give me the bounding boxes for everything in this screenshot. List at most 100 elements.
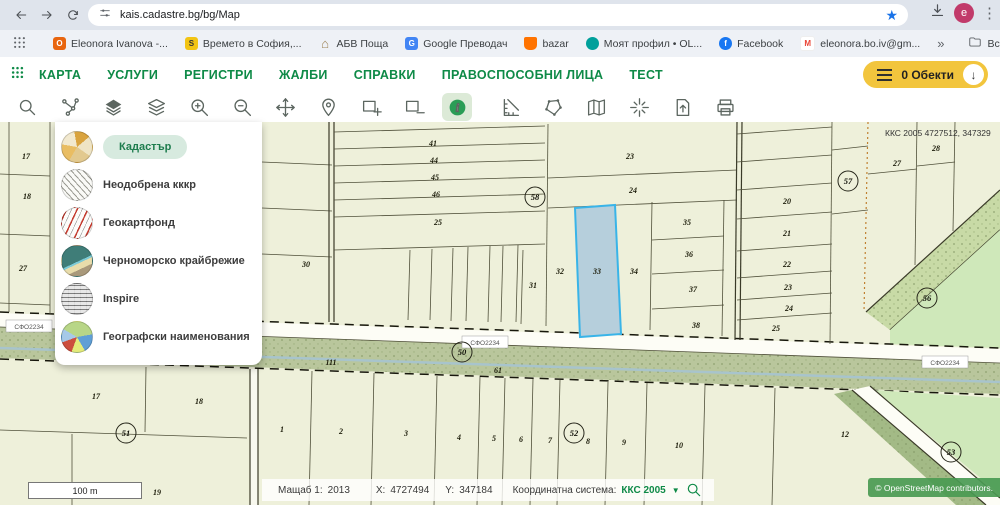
back-button[interactable] xyxy=(8,2,34,28)
layers-panel: Кадастър Неодобрена кккр Геокартфонд Чер… xyxy=(55,122,262,365)
search-icon[interactable] xyxy=(12,93,42,121)
zoom-out-icon[interactable] xyxy=(227,93,257,121)
crs-value[interactable]: ККС 2005 xyxy=(621,485,665,496)
parcel-label: 6 xyxy=(519,435,523,444)
map-status-bar: Мащаб 1: 2013 X: 4727494 Y: 347184 Коорд… xyxy=(262,479,714,501)
all-bookmarks-button[interactable]: Всички отметки xyxy=(968,35,1000,52)
cadastre-thumbnail-icon xyxy=(61,131,93,163)
bookmark-item[interactable]: S Времето в София,... xyxy=(184,37,302,50)
crosshair-icon[interactable] xyxy=(624,93,654,121)
rect-zoom-plus-icon[interactable] xyxy=(356,93,386,121)
profile-avatar[interactable]: e xyxy=(954,3,974,23)
panel-item-chernomorsko-kraybrezhie[interactable]: Черноморско крайбрежие xyxy=(61,242,262,280)
region-label: 57 xyxy=(844,176,853,186)
panel-item-geografski-naimenovaniya[interactable]: Географски наименования xyxy=(61,318,262,356)
bookmark-item[interactable]: O Eleonora Ivanova -... xyxy=(53,37,168,50)
menu-kebab-icon[interactable]: ⋮ xyxy=(982,4,997,22)
scale-value: 2013 xyxy=(327,484,350,496)
nav-item-test[interactable]: ТЕСТ xyxy=(629,68,663,82)
bookmark-item[interactable]: G Google Преводач xyxy=(405,37,507,50)
coastline-thumbnail-icon xyxy=(61,245,93,277)
print-icon[interactable] xyxy=(710,93,740,121)
bookmark-label: bazar xyxy=(542,37,569,50)
crs-dropdown-caret-icon[interactable]: ▼ xyxy=(672,486,680,495)
parcel-label: 38 xyxy=(691,321,700,330)
parcel-label: 1 xyxy=(280,425,284,434)
parcel-label: 46 xyxy=(431,190,440,199)
collapse-arrow-icon[interactable]: ↓ xyxy=(963,64,984,85)
selected-parcel-label: 33 xyxy=(592,267,601,276)
bookmark-item[interactable]: Моят профил • OL... xyxy=(585,37,702,50)
bookmark-item[interactable]: bazar xyxy=(524,37,569,50)
nav-item-registri[interactable]: РЕГИСТРИ xyxy=(184,68,253,82)
info-icon[interactable]: i xyxy=(442,93,472,121)
tune-icon[interactable] xyxy=(98,6,112,25)
parcel-label: 36 xyxy=(684,250,693,259)
y-value: 347184 xyxy=(459,484,493,496)
nav-item-pravosposobni-lica[interactable]: ПРАВОСПОСОБНИ ЛИЦА xyxy=(442,68,604,82)
parcel-label: 12 xyxy=(841,430,849,439)
nav-item-zhalbi[interactable]: ЖАЛБИ xyxy=(279,68,328,82)
map-canvas[interactable]: СФО2234 СФО2234 СФО2234 41 44 45 46 25 1… xyxy=(0,122,1000,505)
layers-stack-icon[interactable] xyxy=(141,93,171,121)
bookmark-star-icon[interactable]: ★ xyxy=(885,7,898,24)
address-bar[interactable]: kais.cadastre.bg/bg/Map ★ xyxy=(88,4,908,26)
region-label: 58 xyxy=(531,192,540,202)
apps-grid-green-icon[interactable] xyxy=(10,65,25,85)
parcel-label: 18 xyxy=(195,397,203,406)
panel-item-geokartfond[interactable]: Геокартфонд xyxy=(61,204,262,242)
panel-item-neodobrena-kkkr[interactable]: Неодобрена кккр xyxy=(61,166,262,204)
bookmark-item[interactable]: ⌂ АБВ Поща xyxy=(319,36,389,51)
parcel-label: 61 xyxy=(494,366,502,375)
parcel-label: 45 xyxy=(430,173,439,182)
scale-bar-label: 100 m xyxy=(72,485,98,496)
region-label: 51 xyxy=(122,428,131,438)
download-icon[interactable] xyxy=(929,2,946,24)
parcel-label: 32 xyxy=(555,267,564,276)
region-label: 56 xyxy=(923,293,932,303)
crs-label: Координатна система: xyxy=(512,484,617,496)
parcel-label: 19 xyxy=(153,488,161,497)
map-icon[interactable] xyxy=(581,93,611,121)
bookmark-label: АБВ Поща xyxy=(336,37,389,50)
parcel-label: 10 xyxy=(675,441,683,450)
road-label: СФО2234 xyxy=(930,360,960,367)
measure-icon[interactable] xyxy=(495,93,525,121)
parcel-label: 111 xyxy=(325,358,336,367)
folder-icon xyxy=(968,35,982,52)
pan-icon[interactable] xyxy=(270,93,300,121)
road-label: СФО2234 xyxy=(470,340,500,347)
rect-zoom-minus-icon[interactable] xyxy=(399,93,429,121)
bookmark-item[interactable]: Meleonora.bo.iv@gm... xyxy=(800,36,920,51)
bookmarks-bar: O Eleonora Ivanova -... S Времето в София,… xyxy=(0,30,1000,58)
apps-grid-icon[interactable] xyxy=(12,35,27,53)
map-search-button[interactable] xyxy=(680,481,708,499)
parcel-label: 25 xyxy=(771,324,780,333)
parcel-label: 37 xyxy=(688,285,698,294)
bookmark-label: Google Преводач xyxy=(423,37,508,50)
y-label: Y: xyxy=(445,484,455,496)
objects-button[interactable]: 0 Обекти ↓ xyxy=(863,61,988,88)
forward-button[interactable] xyxy=(34,2,60,28)
panel-item-label: Inspire xyxy=(103,293,140,305)
bookmark-item[interactable]: f Facebook xyxy=(719,37,783,50)
export-icon[interactable] xyxy=(667,93,697,121)
url-text[interactable]: kais.cadastre.bg/bg/Map xyxy=(120,9,877,21)
locate-pin-icon[interactable] xyxy=(313,93,343,121)
panel-item-label: Черноморско крайбрежие xyxy=(103,255,245,267)
reload-button[interactable] xyxy=(60,2,86,28)
network-icon[interactable] xyxy=(55,93,85,121)
panel-item-kadastar[interactable]: Кадастър xyxy=(61,128,262,166)
zoom-in-icon[interactable] xyxy=(184,93,214,121)
nav-item-spravki[interactable]: СПРАВКИ xyxy=(354,68,416,82)
nav-item-karta[interactable]: КАРТА xyxy=(39,68,81,82)
bookmarks-overflow-chevron[interactable]: » xyxy=(937,36,944,51)
layers-filled-icon[interactable] xyxy=(98,93,128,121)
parcel-label: 30 xyxy=(301,260,310,269)
select-polygon-icon[interactable] xyxy=(538,93,568,121)
unapproved-map-thumbnail-icon xyxy=(61,169,93,201)
map-toolbar: i xyxy=(0,92,1000,122)
nav-item-uslugi[interactable]: УСЛУГИ xyxy=(107,68,158,82)
parcel-label: 41 xyxy=(428,139,437,148)
panel-item-inspire[interactable]: Inspire xyxy=(61,280,262,318)
